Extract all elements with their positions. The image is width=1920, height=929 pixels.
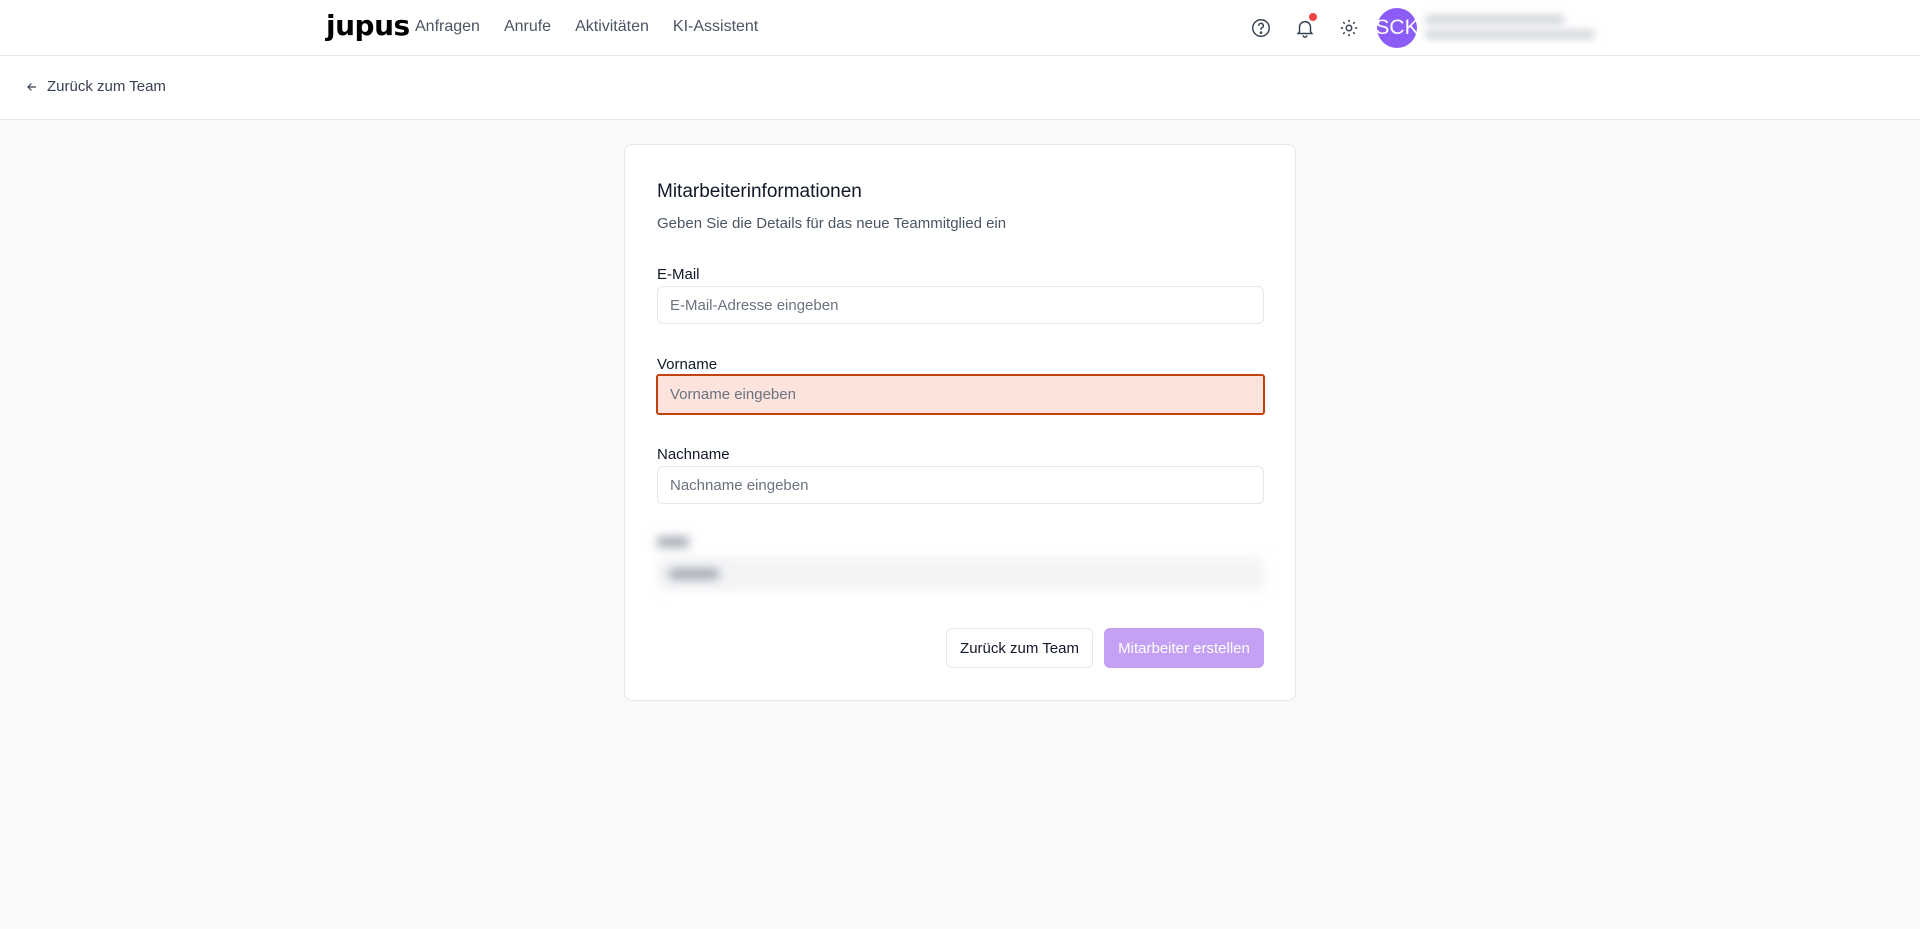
nav-item-anfragen[interactable]: Anfragen	[415, 18, 480, 36]
settings-button[interactable]	[1334, 13, 1364, 43]
lastname-label: Nachname	[657, 446, 730, 463]
jupus-logo[interactable]: jupus	[326, 9, 410, 42]
notifications-button[interactable]	[1290, 13, 1320, 43]
help-icon	[1252, 19, 1270, 37]
back-link-label: Zurück zum Team	[47, 78, 166, 95]
nav-item-aktivitaeten[interactable]: Aktivitäten	[575, 18, 649, 36]
back-to-team-link[interactable]: Zurück zum Team	[25, 78, 166, 95]
gear-icon	[1340, 19, 1358, 37]
arrow-left-icon	[27, 82, 37, 91]
firstname-field[interactable]	[656, 374, 1265, 415]
firstname-label: Vorname	[657, 356, 718, 373]
email-label: E-Mail	[657, 266, 700, 283]
role-select-redacted[interactable]	[657, 533, 1264, 591]
sub-header: Zurück zum Team	[0, 56, 1920, 120]
nav-item-ki-assistent[interactable]: KI-Assistent	[673, 18, 758, 36]
user-info-redacted[interactable]	[1425, 12, 1600, 46]
create-employee-button[interactable]: Mitarbeiter erstellen	[1104, 628, 1264, 668]
form-subtitle: Geben Sie die Details für das neue Teamm…	[657, 215, 1007, 232]
main-nav: Anfragen Anrufe Aktivitäten KI-Assistent	[415, 18, 782, 36]
email-field[interactable]	[657, 286, 1264, 324]
form-title: Mitarbeiterinformationen	[657, 181, 862, 202]
notification-dot	[1309, 13, 1317, 21]
nav-item-anrufe[interactable]: Anrufe	[504, 18, 551, 36]
employee-form-card: Mitarbeiterinformationen Geben Sie die D…	[624, 144, 1296, 701]
top-navbar: jupus Anfragen Anrufe Aktivitäten KI-Ass…	[0, 0, 1920, 56]
back-to-team-button[interactable]: Zurück zum Team	[946, 628, 1093, 668]
help-button[interactable]	[1246, 13, 1276, 43]
lastname-field[interactable]	[657, 466, 1264, 504]
user-avatar[interactable]: SCK	[1375, 8, 1419, 48]
